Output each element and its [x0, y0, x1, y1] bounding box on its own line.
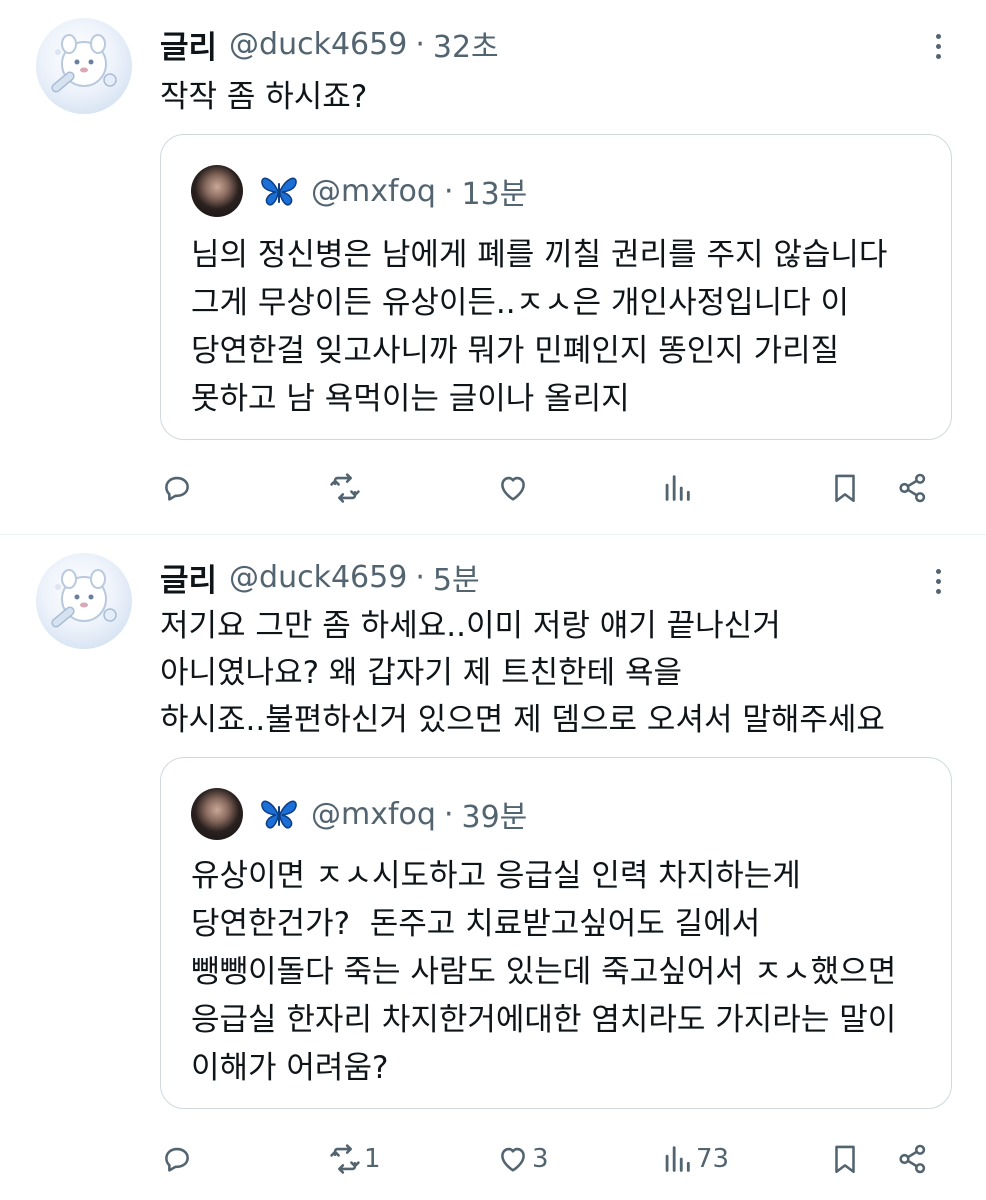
tweet-actions	[160, 464, 952, 512]
share-button[interactable]	[896, 1135, 930, 1183]
user-handle[interactable]: @duck4659	[229, 560, 407, 595]
retweet-icon	[330, 473, 360, 503]
like-icon	[501, 1147, 525, 1172]
reply-button[interactable]	[160, 464, 196, 512]
separator-dot: ·	[415, 559, 425, 595]
separator-dot: ·	[415, 26, 425, 62]
retweet-button[interactable]	[328, 464, 364, 512]
reply-icon	[165, 1147, 189, 1172]
reply-icon	[165, 476, 189, 501]
like-count: 3	[532, 1144, 549, 1174]
quoted-user-handle[interactable]: @mxfoq	[311, 174, 436, 209]
bookmark-button[interactable]	[828, 464, 862, 512]
user-avatar[interactable]	[36, 553, 132, 649]
avatar-illustration	[51, 34, 117, 93]
butterfly-icon	[259, 796, 299, 832]
display-name[interactable]: 글리	[160, 22, 217, 67]
bookmark-button[interactable]	[828, 1135, 862, 1183]
timestamp[interactable]: 32초	[433, 22, 499, 66]
quoted-tweet-text: 님의 정신병은 남에게 폐를 끼칠 권리를 주지 않습니다 그게 무상이든 유상…	[191, 237, 888, 417]
butterfly-icon	[259, 173, 299, 209]
quoted-tweet-header: @mxfoq · 39분	[259, 791, 527, 837]
views-button[interactable]	[660, 464, 696, 512]
quoted-user-avatar[interactable]	[191, 788, 243, 840]
retweet-button[interactable]: 1	[328, 1135, 381, 1183]
quoted-tweet-header: @mxfoq · 13분	[259, 168, 527, 214]
tweet-text: 작작 좀 하시죠?	[160, 79, 368, 115]
bookmark-icon	[835, 1145, 855, 1174]
like-button[interactable]	[496, 464, 532, 512]
tweet-1[interactable]: 글리 @duck4659 · 32초 작작 좀 하시죠? @mxfoq · 13…	[0, 0, 986, 534]
views-icon	[665, 475, 690, 501]
retweet-icon	[330, 1144, 360, 1174]
display-name[interactable]: 글리	[160, 555, 217, 600]
tweet-header: 글리 @duck4659 · 32초	[160, 22, 499, 66]
more-icon[interactable]	[926, 559, 950, 603]
share-icon	[899, 1144, 926, 1174]
reply-button[interactable]	[160, 1135, 196, 1183]
avatar-illustration	[51, 569, 117, 628]
quoted-user-handle[interactable]: @mxfoq	[311, 797, 436, 832]
separator-dot: ·	[443, 796, 454, 832]
views-button[interactable]: 73	[660, 1135, 729, 1183]
quoted-timestamp[interactable]: 13분	[461, 169, 527, 213]
share-button[interactable]	[896, 464, 930, 512]
bookmark-icon	[835, 474, 855, 503]
quoted-timestamp[interactable]: 39분	[461, 792, 527, 836]
retweet-count: 1	[364, 1144, 381, 1174]
user-handle[interactable]: @duck4659	[229, 27, 407, 62]
tweet-text: 저기요 그만 좀 하세요..이미 저랑 얘기 끝나신거 아니였나요? 왜 갑자기…	[160, 608, 885, 738]
share-icon	[899, 473, 926, 503]
tweet-2[interactable]: 글리 @duck4659 · 5분 저기요 그만 좀 하세요..이미 저랑 얘기…	[0, 535, 986, 1200]
quoted-tweet[interactable]: @mxfoq · 39분 유상이면 ㅈㅅ시도하고 응급실 인력 차지하는게 당연…	[160, 757, 952, 1109]
more-icon[interactable]	[926, 24, 950, 68]
like-button[interactable]: 3	[496, 1135, 549, 1183]
views-count: 73	[696, 1144, 730, 1174]
timestamp[interactable]: 5분	[433, 555, 480, 599]
separator-dot: ·	[443, 173, 454, 209]
tweet-actions: 1 3 73	[160, 1135, 952, 1183]
quoted-user-avatar[interactable]	[191, 165, 243, 217]
like-icon	[501, 476, 525, 501]
quoted-tweet[interactable]: @mxfoq · 13분 님의 정신병은 남에게 폐를 끼칠 권리를 주지 않습…	[160, 134, 952, 440]
quoted-tweet-text: 유상이면 ㅈㅅ시도하고 응급실 인력 차지하는게 당연한건가? 돈주고 치료받고…	[191, 858, 897, 1086]
user-avatar[interactable]	[36, 18, 132, 114]
views-icon	[665, 1146, 690, 1172]
tweet-header: 글리 @duck4659 · 5분	[160, 555, 480, 599]
